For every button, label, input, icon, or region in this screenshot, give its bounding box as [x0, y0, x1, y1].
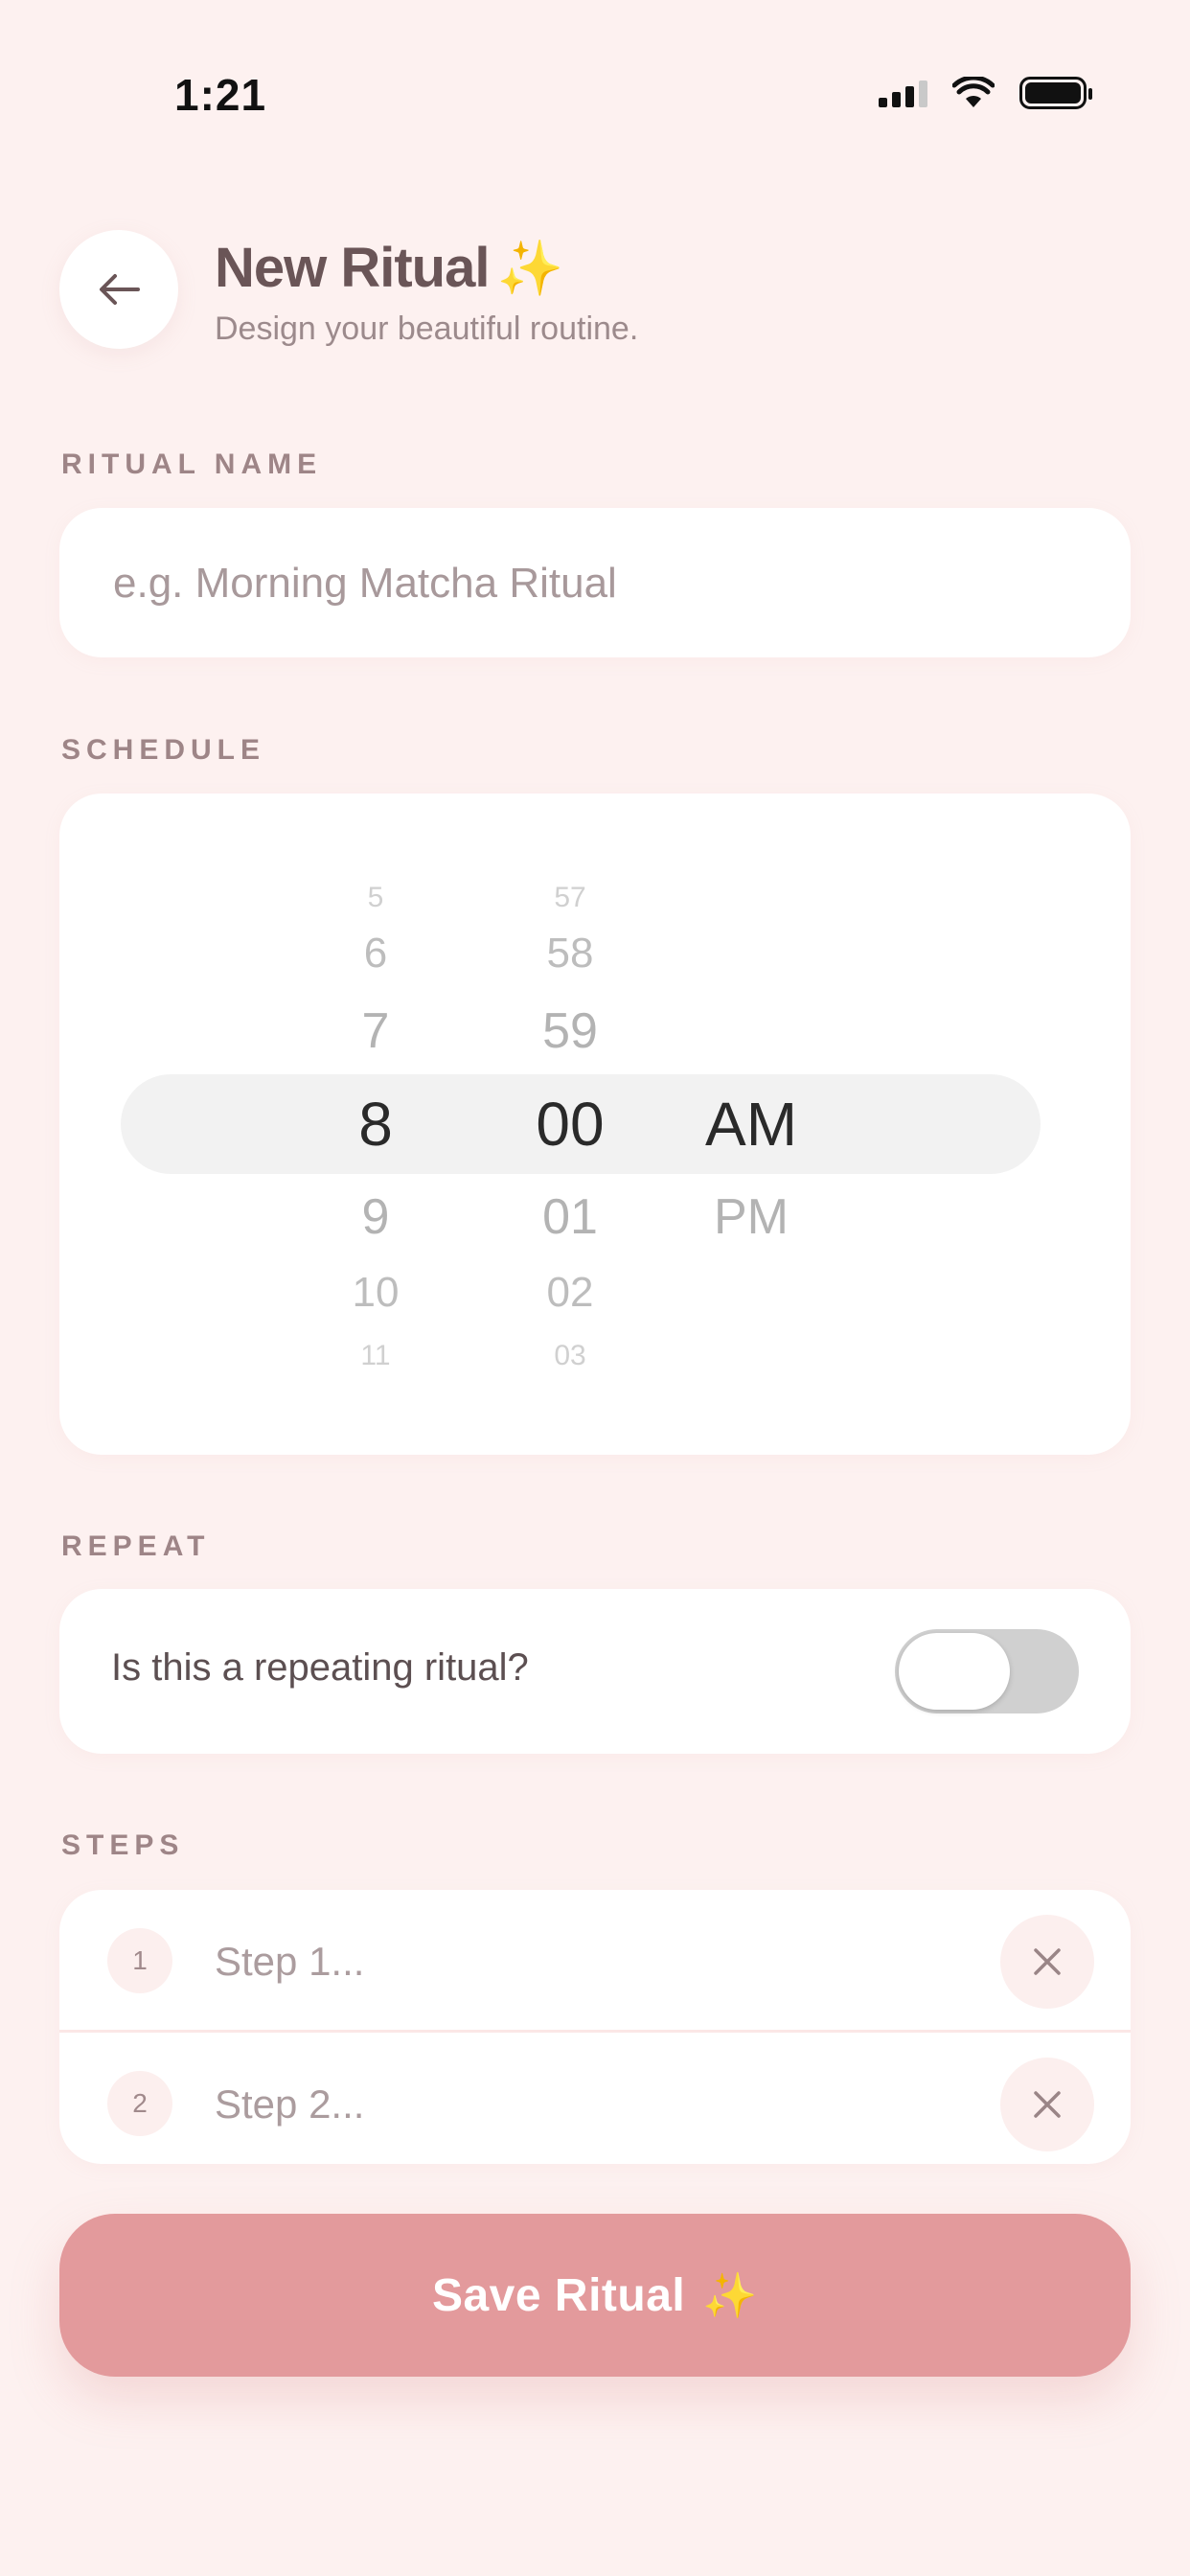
hour-option[interactable]: 5: [368, 882, 384, 914]
step-input[interactable]: [213, 2065, 983, 2144]
arrow-left-icon: [100, 274, 140, 305]
status-icons: [879, 77, 1092, 109]
wifi-icon: [952, 77, 995, 107]
battery-icon: [1019, 77, 1092, 109]
ritual-name-input[interactable]: [111, 508, 1092, 659]
signal-icon: [879, 79, 927, 107]
period-option[interactable]: PM: [714, 1188, 789, 1246]
hour-option[interactable]: 7: [362, 1002, 390, 1060]
close-icon: [1034, 1948, 1061, 1975]
minute-option[interactable]: 59: [542, 1002, 598, 1060]
step-row: 2: [59, 2033, 1131, 2164]
hour-option[interactable]: 11: [360, 1340, 390, 1372]
ritual-name-card: [59, 508, 1131, 659]
minute-option[interactable]: 58: [547, 930, 594, 978]
selected-period[interactable]: AM: [705, 1089, 797, 1160]
minute-option[interactable]: 03: [554, 1340, 585, 1372]
repeat-card: Is this a repeating ritual?: [59, 1589, 1131, 1754]
toggle-knob: [899, 1633, 1010, 1710]
repeat-question: Is this a repeating ritual?: [111, 1646, 529, 1689]
step-number-badge: 2: [107, 2071, 172, 2136]
hour-option[interactable]: 6: [364, 930, 387, 978]
back-button[interactable]: [59, 230, 178, 349]
step-number-badge: 1: [107, 1928, 172, 1993]
schedule-label: SCHEDULE: [61, 734, 266, 766]
time-picker-card: 5 6 7 8 9 10 11 57 58 59 00 01 02 03 AM …: [59, 794, 1131, 1455]
repeat-toggle[interactable]: [895, 1629, 1079, 1714]
minute-option[interactable]: 01: [542, 1188, 598, 1246]
page-subtitle: Design your beautiful routine.: [215, 310, 639, 347]
step-row: 1: [59, 1890, 1131, 2032]
remove-step-button[interactable]: [1000, 2058, 1094, 2151]
hour-option[interactable]: 10: [353, 1269, 400, 1317]
step-input[interactable]: [213, 1922, 983, 2001]
steps-card: 1 2: [59, 1890, 1131, 2164]
page-title: New Ritual ✨: [215, 236, 564, 300]
sparkles-icon: ✨: [702, 2269, 759, 2320]
steps-label: STEPS: [61, 1829, 185, 1861]
sparkles-icon: ✨: [496, 238, 564, 298]
remove-step-button[interactable]: [1000, 1915, 1094, 2009]
save-button-label: Save Ritual: [431, 2269, 686, 2321]
status-time: 1:21: [174, 70, 267, 120]
repeat-label: REPEAT: [61, 1530, 211, 1562]
minute-option[interactable]: 02: [547, 1269, 594, 1317]
selected-hour[interactable]: 8: [358, 1089, 393, 1160]
minute-option[interactable]: 57: [554, 882, 585, 914]
save-ritual-button[interactable]: Save Ritual ✨: [59, 2214, 1131, 2377]
selected-minute[interactable]: 00: [536, 1089, 604, 1160]
ritual-name-label: RITUAL NAME: [61, 448, 323, 480]
close-icon: [1034, 2091, 1061, 2118]
page-title-text: New Ritual: [215, 237, 490, 299]
hour-option[interactable]: 9: [362, 1188, 390, 1246]
